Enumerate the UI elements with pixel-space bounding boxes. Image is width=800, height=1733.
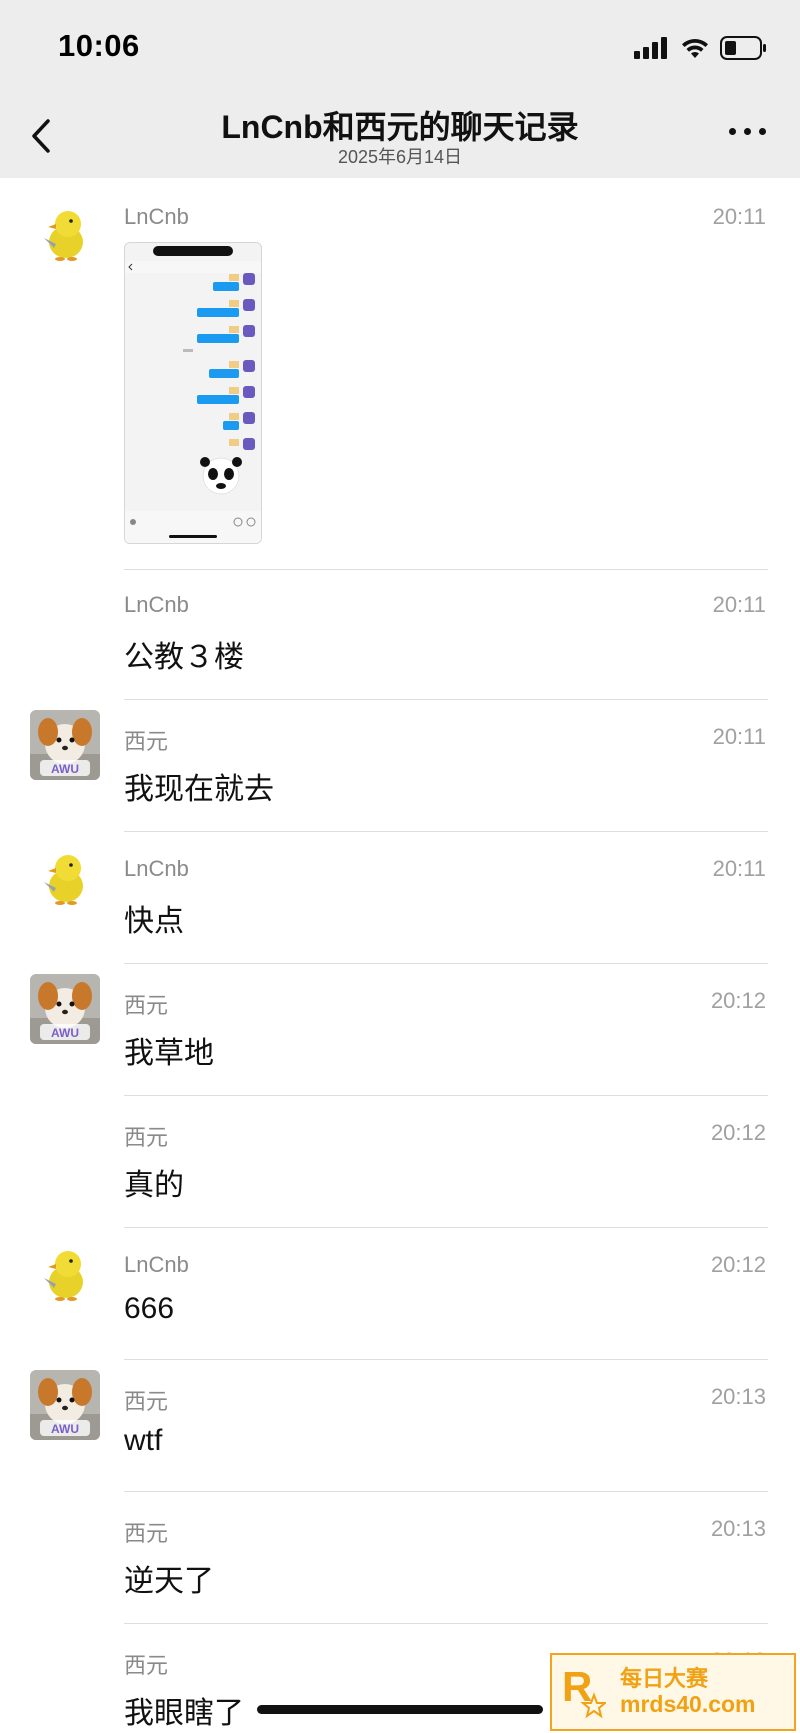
sender-name: LnCnb xyxy=(124,856,189,881)
puppy-avatar[interactable]: AWU xyxy=(30,974,100,1044)
puppy-avatar[interactable]: AWU xyxy=(30,710,100,780)
message-divider xyxy=(124,1095,768,1096)
sender-name: LnCnb xyxy=(124,1252,189,1277)
duck-avatar[interactable] xyxy=(30,1238,100,1308)
message-text[interactable]: 666 xyxy=(124,1292,174,1326)
chat-record-date: 2025年6月14日 xyxy=(337,147,463,167)
sender-name: 西元 xyxy=(124,993,169,1018)
message-text[interactable]: 快点 xyxy=(124,896,184,940)
duck-avatar[interactable] xyxy=(30,198,100,268)
nav-bar: LnCnb和西元的聊天记录 2025年6月14日 xyxy=(0,90,800,178)
message-time: 20:11 xyxy=(712,592,766,617)
message-time: 20:13 xyxy=(710,1384,766,1409)
message-text[interactable]: 公教３楼 xyxy=(124,632,244,676)
message-time: 20:12 xyxy=(710,1120,766,1145)
sender-name: 西元 xyxy=(124,1125,169,1150)
message-time: 20:11 xyxy=(712,856,766,881)
status-time: 10:06 xyxy=(58,28,140,63)
chat-record-title: LnCnb和西元的聊天记录 xyxy=(221,109,579,145)
message-time: 20:13 xyxy=(710,1516,766,1541)
message-text[interactable]: wtf xyxy=(124,1424,162,1458)
sender-name: 西元 xyxy=(124,1389,169,1414)
sender-name: LnCnb xyxy=(124,592,189,617)
sender-name: 西元 xyxy=(124,1521,169,1546)
avatar-badge-text: AWU xyxy=(51,1026,79,1040)
sender-name: 西元 xyxy=(124,729,169,754)
message-time: 20:11 xyxy=(712,724,766,749)
battery-icon xyxy=(720,36,766,60)
puppy-avatar[interactable]: AWU xyxy=(30,1370,100,1440)
sender-name: 西元 xyxy=(124,1653,169,1678)
watermark-url: mrds40.com xyxy=(620,1691,756,1717)
avatar-badge-text: AWU xyxy=(51,1422,79,1436)
message-text[interactable]: 我草地 xyxy=(124,1028,214,1072)
avatar-badge-text: AWU xyxy=(51,762,79,776)
screenshot-preview xyxy=(125,243,261,543)
status-bar: 10:06 xyxy=(0,0,800,90)
watermark-logo: R 每日大赛 mrds40.com xyxy=(550,1653,796,1731)
message-text[interactable]: 我眼瞎了 xyxy=(124,1688,244,1732)
message-time: 20:11 xyxy=(712,204,766,229)
watermark-title: 每日大赛 xyxy=(620,1666,709,1691)
status-icons xyxy=(634,34,768,62)
message-divider xyxy=(124,1227,768,1228)
message-divider xyxy=(124,831,768,832)
message-divider xyxy=(124,569,768,570)
message-divider xyxy=(124,1623,768,1624)
message-text[interactable]: 逆天了 xyxy=(124,1556,214,1600)
message-time: 20:12 xyxy=(710,988,766,1013)
wifi-icon xyxy=(682,39,708,58)
sender-name: LnCnb xyxy=(124,204,189,229)
message-time: 20:12 xyxy=(710,1252,766,1277)
signal-icon xyxy=(634,37,667,59)
shared-screenshot-image[interactable] xyxy=(124,242,262,544)
watermark-r-star-icon: R xyxy=(562,1663,606,1719)
message-text[interactable]: 我现在就去 xyxy=(124,764,274,808)
home-indicator[interactable] xyxy=(257,1705,543,1714)
duck-avatar[interactable] xyxy=(30,842,100,912)
message-divider xyxy=(124,1491,768,1492)
message-divider xyxy=(124,699,768,700)
message-text[interactable]: 真的 xyxy=(124,1160,184,1204)
more-options-icon[interactable] xyxy=(729,128,766,135)
message-divider xyxy=(124,1359,768,1360)
message-divider xyxy=(124,963,768,964)
